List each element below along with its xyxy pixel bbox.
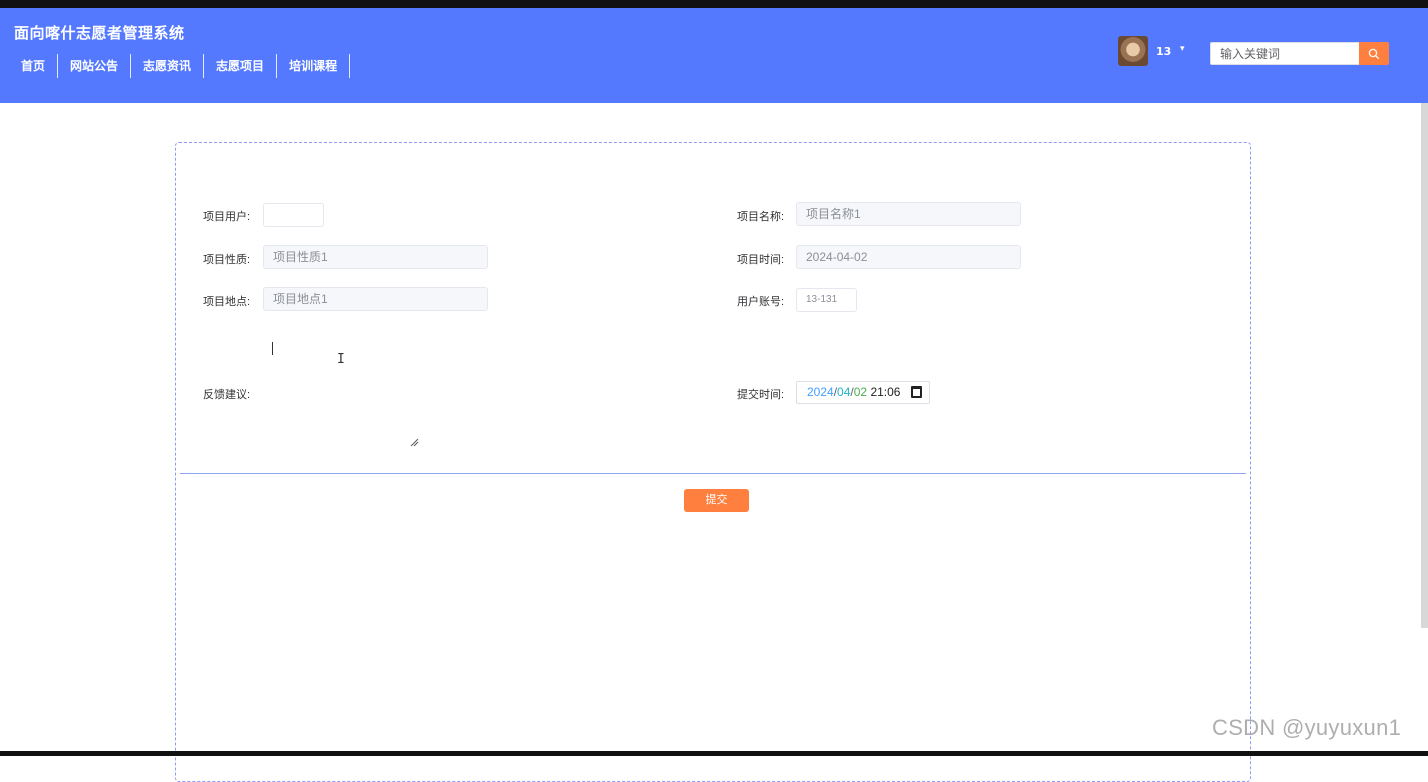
nav-item-announcements[interactable]: 网站公告 bbox=[58, 54, 132, 78]
submit-year: 2024 bbox=[807, 385, 834, 399]
project-name-field[interactable]: 项目名称1 bbox=[796, 202, 1021, 226]
text-caret bbox=[272, 342, 273, 355]
nav-item-training[interactable]: 培训课程 bbox=[277, 54, 351, 78]
project-nature-label: 项目性质: bbox=[203, 254, 251, 266]
feedback-form bbox=[175, 142, 1251, 782]
project-date-label: 项目时间: bbox=[737, 254, 785, 266]
form-divider bbox=[180, 473, 1246, 474]
project-user-field[interactable] bbox=[263, 203, 324, 227]
project-user-label: 项目用户: bbox=[203, 211, 251, 223]
user-account-label: 用户账号: bbox=[737, 296, 785, 308]
nav-item-news[interactable]: 志愿资讯 bbox=[131, 54, 205, 78]
site-title: 面向喀什志愿者管理系统 bbox=[14, 24, 185, 42]
nav-item-home[interactable]: 首页 bbox=[9, 54, 59, 78]
nav-item-projects[interactable]: 志愿项目 bbox=[204, 54, 278, 78]
project-location-field[interactable]: 项目地点1 bbox=[263, 287, 488, 311]
feedback-label: 反馈建议: bbox=[203, 389, 251, 401]
project-nature-field[interactable]: 项目性质1 bbox=[263, 245, 488, 269]
watermark: CSDN @yuyuxun1 bbox=[1212, 715, 1402, 740]
submit-day: 02 bbox=[853, 385, 868, 399]
scrollbar-track[interactable] bbox=[1421, 103, 1428, 628]
project-name-label: 项目名称: bbox=[737, 211, 785, 223]
main-nav: 首页 网站公告 志愿资讯 志愿项目 培训课程 bbox=[9, 54, 351, 78]
window-top-strip bbox=[0, 0, 1428, 8]
search-input[interactable] bbox=[1210, 42, 1360, 65]
search-icon bbox=[1368, 48, 1380, 59]
username[interactable]: 13 bbox=[1156, 45, 1171, 58]
submit-time-label: 提交时间: bbox=[737, 389, 785, 401]
submit-button[interactable]: 提交 bbox=[684, 489, 749, 512]
calendar-icon[interactable] bbox=[911, 386, 922, 398]
submit-clock-time: 21:06 bbox=[870, 385, 901, 399]
search-button[interactable] bbox=[1359, 42, 1389, 65]
chevron-down-icon[interactable]: ▾ bbox=[1180, 44, 1185, 54]
window-bottom-strip bbox=[0, 751, 1428, 756]
avatar[interactable] bbox=[1118, 36, 1148, 66]
resize-handle-icon[interactable] bbox=[410, 438, 419, 447]
project-date-field[interactable]: 2024-04-02 bbox=[796, 245, 1021, 269]
mouse-ibeam-cursor: I bbox=[337, 352, 345, 367]
submit-month: 04 bbox=[837, 385, 851, 399]
submit-time-input[interactable]: 2024/04/02 21:06 bbox=[796, 381, 930, 404]
project-location-label: 项目地点: bbox=[203, 296, 251, 308]
user-account-field[interactable]: 13-131 bbox=[796, 288, 857, 312]
